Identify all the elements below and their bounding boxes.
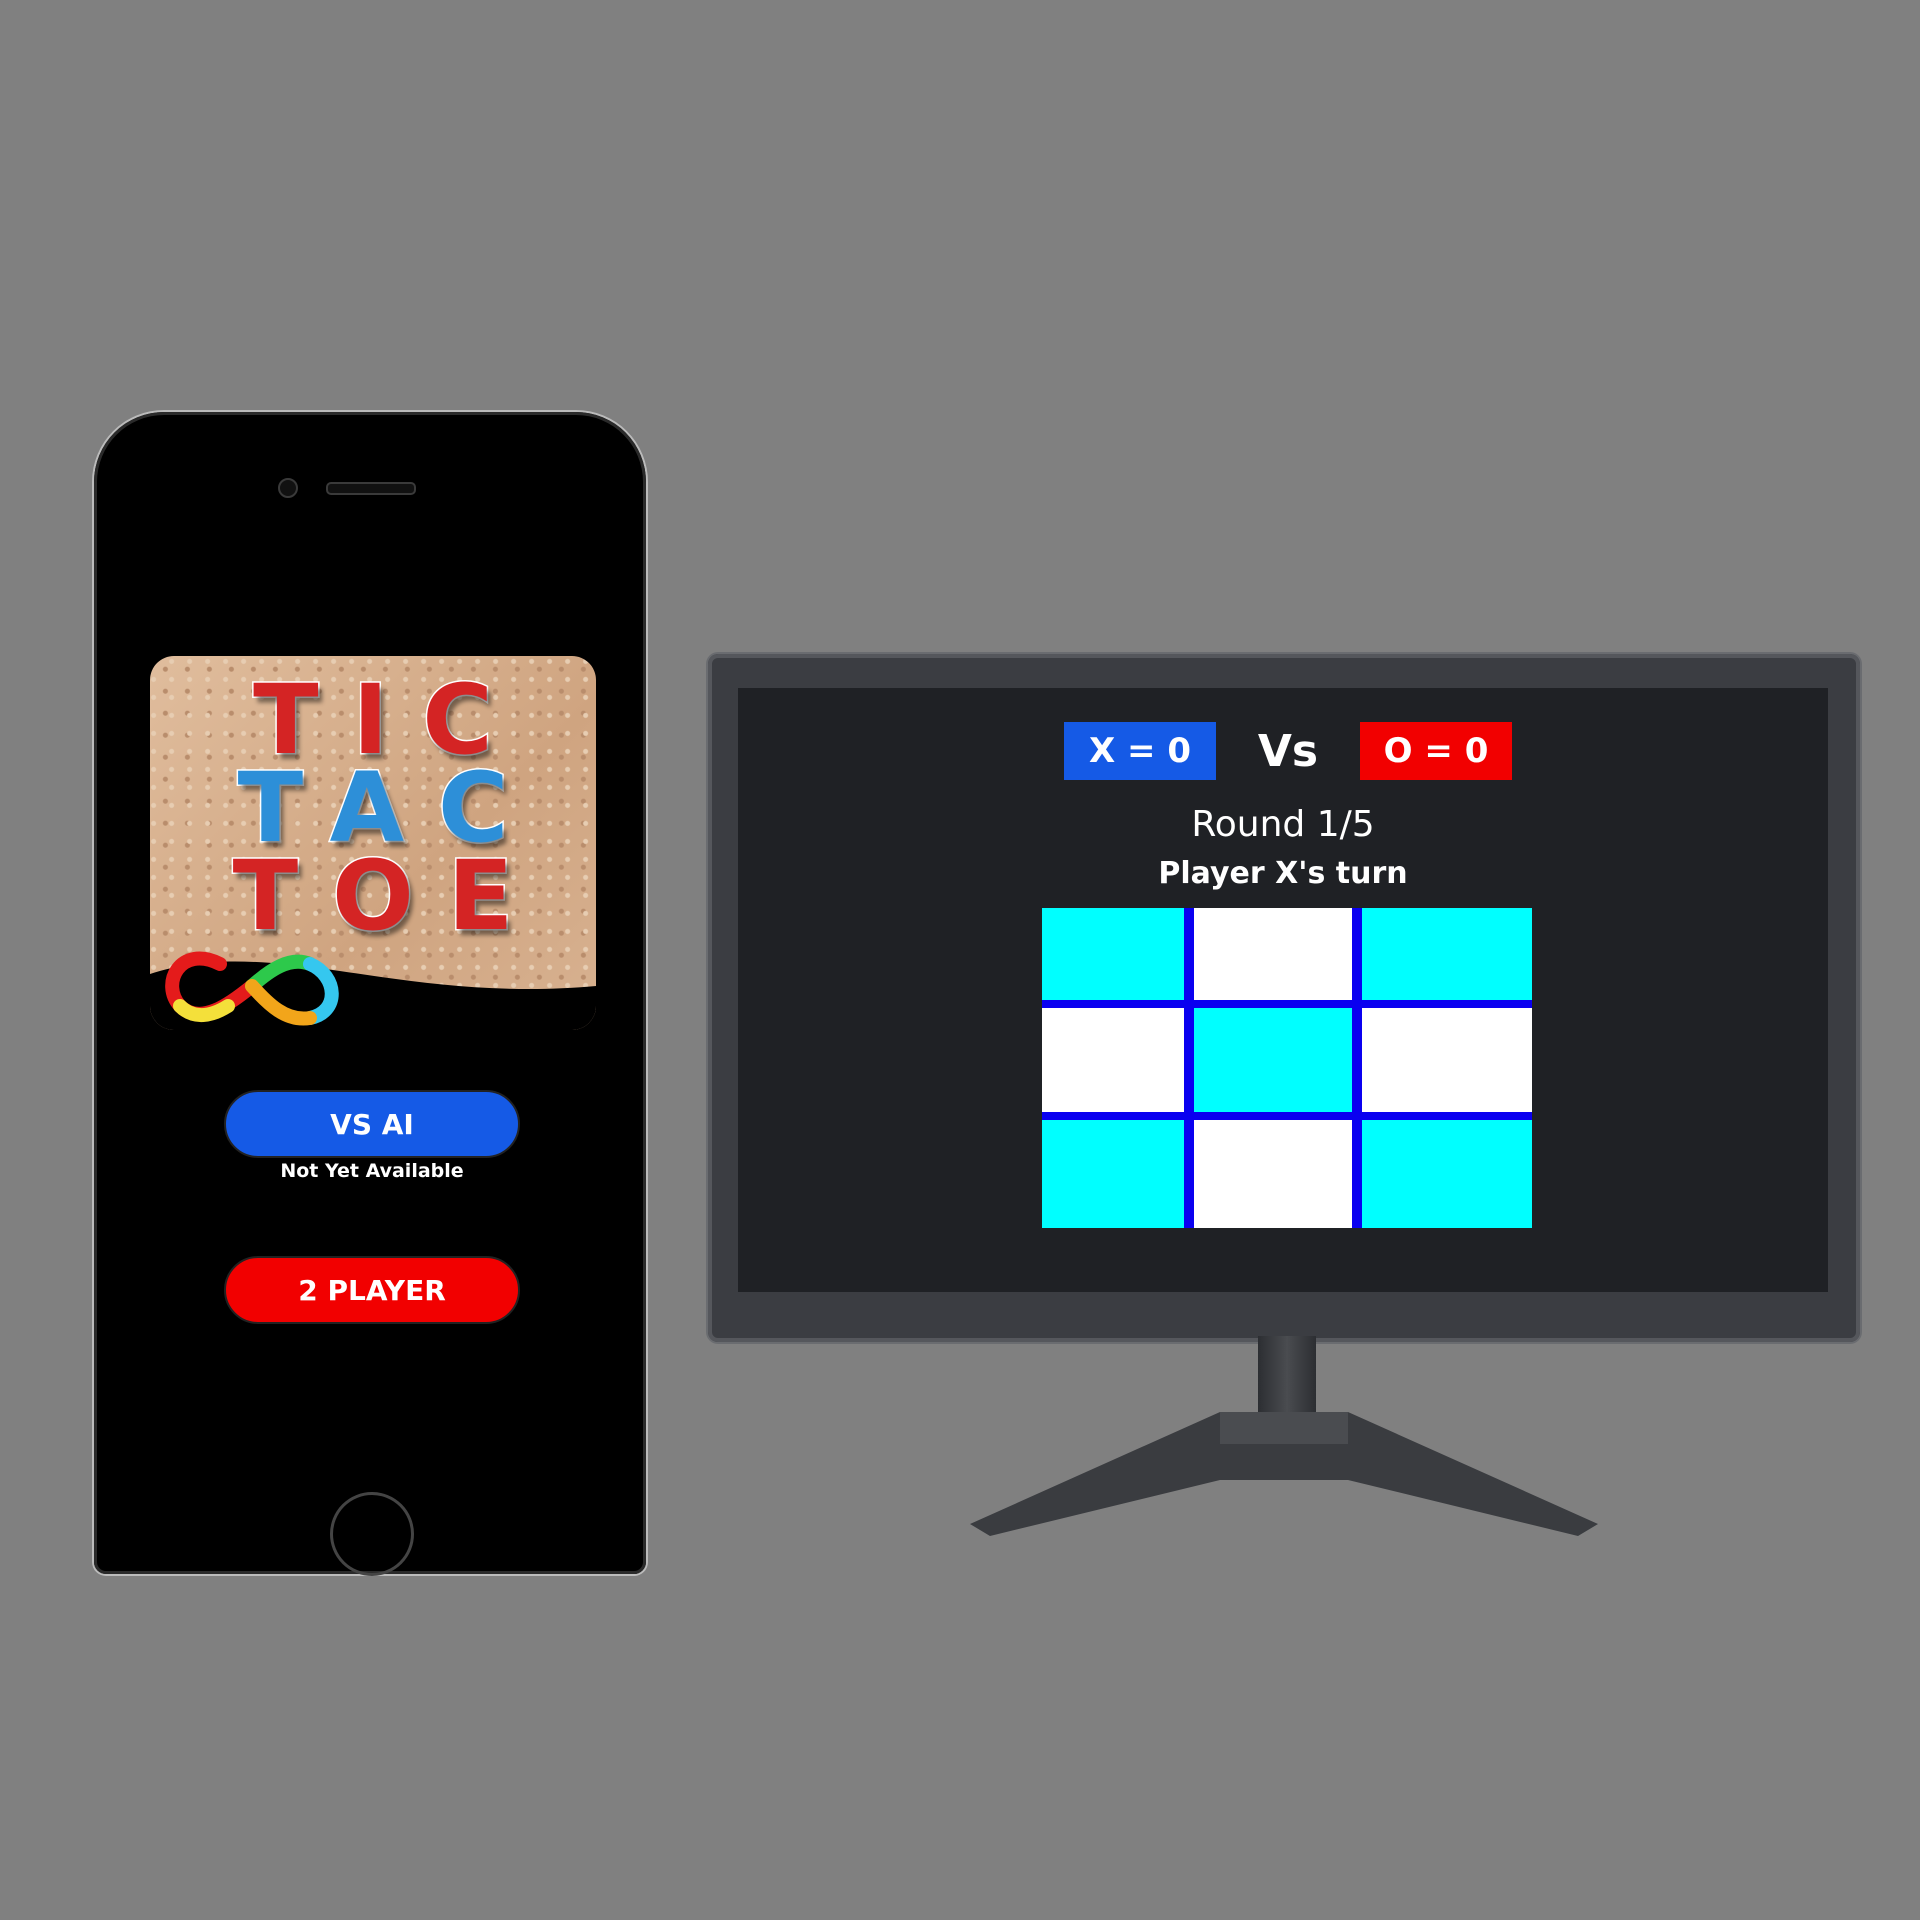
phone-device: TIC TAC TOE VS AI Not Yet Available 2 PL… <box>94 412 646 1576</box>
front-camera-icon <box>278 478 298 498</box>
board-cell-4[interactable] <box>1042 1008 1184 1112</box>
speaker-grille-icon <box>326 482 416 495</box>
score-o-badge: O = 0 <box>1360 722 1512 780</box>
monitor-stand <box>970 1412 1598 1536</box>
tic-tac-toe-logo: TIC TAC TOE <box>150 656 596 1030</box>
board-cell-9[interactable] <box>1362 1120 1532 1228</box>
game-screen: X = 0 Vs O = 0 Round 1/5 Player X's turn <box>738 688 1828 1292</box>
turn-indicator: Player X's turn <box>1158 856 1408 891</box>
infinity-logo-icon <box>150 951 596 1030</box>
vs-label: Vs <box>1257 725 1319 777</box>
board-cell-1[interactable] <box>1042 908 1184 1000</box>
board-cell-3[interactable] <box>1362 908 1532 1000</box>
monitor-device: X = 0 Vs O = 0 Round 1/5 Player X's turn <box>708 654 1860 1342</box>
board-cell-6[interactable] <box>1362 1008 1532 1112</box>
two-player-button[interactable]: 2 PLAYER <box>224 1256 520 1324</box>
vs-ai-unavailable-note: Not Yet Available <box>280 1160 464 1182</box>
score-x-badge: X = 0 <box>1064 722 1216 780</box>
board-cell-5[interactable] <box>1194 1008 1352 1112</box>
board-cell-8[interactable] <box>1194 1120 1352 1228</box>
home-button[interactable] <box>330 1492 414 1576</box>
round-indicator: Round 1/5 <box>1191 804 1375 845</box>
vs-ai-button[interactable]: VS AI <box>224 1090 520 1158</box>
board-cell-2[interactable] <box>1194 908 1352 1000</box>
game-board <box>1042 908 1532 1228</box>
board-cell-7[interactable] <box>1042 1120 1184 1228</box>
logo-line-toe: TOE <box>231 840 548 952</box>
